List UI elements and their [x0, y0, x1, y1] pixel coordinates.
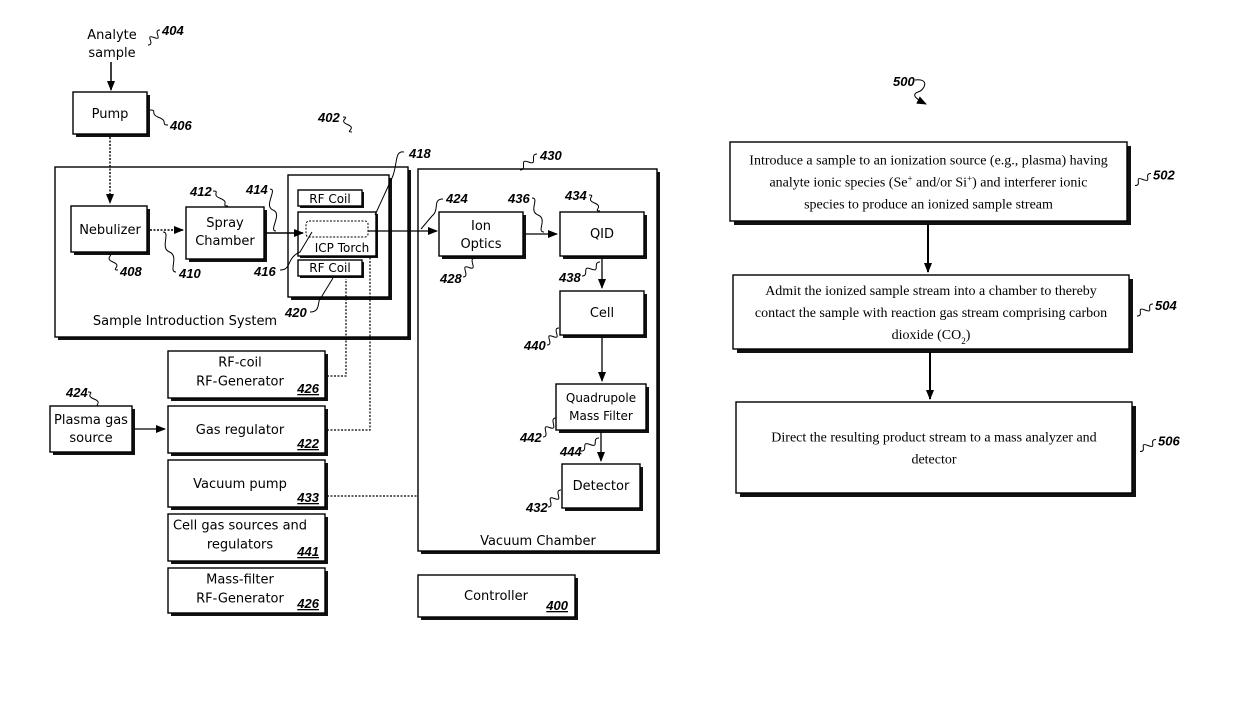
spray-chamber-label-line-1: Spray [206, 216, 244, 231]
rf-coil-generator-label-line-2: RF-Generator [196, 375, 284, 390]
quadrupole-label-line-2: Mass Filter [569, 409, 633, 423]
ref-408: 408 [119, 264, 142, 279]
flow-step-502-line-3: species to produce an ionized sample str… [804, 198, 1053, 213]
plasma-gas-source-label-line-2: source [69, 431, 112, 446]
leader-502 [1134, 173, 1152, 186]
leader-500 [914, 79, 927, 105]
leader-404 [147, 29, 161, 46]
ref-426-5: 426 [296, 596, 319, 611]
cell-gas-sources-label-line-1: Cell gas sources and [173, 519, 307, 534]
rf-coil-top-label: RF Coil [309, 192, 350, 206]
ion-optics-label-line-1: Ion [471, 219, 491, 234]
ref-424-plasma: 424 [65, 385, 88, 400]
sample-introduction-system-label: Sample Introduction System [93, 314, 277, 329]
ref-418: 418 [408, 146, 431, 161]
ref-444: 444 [559, 444, 582, 459]
controller-label: Controller [464, 589, 529, 604]
quadrupole-label-line-1: Quadrupole [566, 391, 636, 405]
flow-step-506-line-2: detector [911, 453, 956, 468]
ref-420: 420 [284, 305, 307, 320]
ref-434: 434 [564, 188, 587, 203]
ref-436: 436 [507, 191, 530, 206]
analyte-sample-label-line-2: sample [88, 46, 135, 61]
flow-step-506-line-1: Direct the resulting product stream to a… [771, 431, 1096, 446]
ref-424-inlet: 424 [445, 191, 468, 206]
vacuum-pump-label: Vacuum pump [193, 477, 287, 492]
leader-430 [519, 153, 538, 171]
ref-433-3: 433 [296, 490, 319, 505]
flow-step-504-line-1: Admit the ionized sample stream into a c… [765, 284, 1097, 299]
ref-422-2: 422 [296, 436, 319, 451]
analyte-sample-label-line-1: Analyte [87, 28, 137, 43]
ref-504: 504 [1155, 298, 1177, 313]
ref-430: 430 [539, 148, 562, 163]
ref-400: 400 [545, 598, 568, 613]
ref-500: 500 [893, 74, 915, 89]
ref-406: 406 [169, 118, 192, 133]
leader-504 [1136, 303, 1154, 317]
flow-step-504-line-2: contact the sample with reaction gas str… [755, 306, 1107, 321]
icp-torch-label: ICP Torch [315, 241, 369, 255]
mass-filter-generator-label-line-1: Mass-filter [206, 573, 274, 588]
qid-label: QID [590, 227, 614, 242]
ref-426-1: 426 [296, 381, 319, 396]
flow-step-506-box [735, 401, 1136, 497]
leader-402 [342, 116, 353, 133]
leader-506 [1139, 439, 1157, 452]
detector-label: Detector [573, 479, 630, 494]
ref-440: 440 [523, 338, 546, 353]
ref-506: 506 [1158, 434, 1180, 449]
ref-428: 428 [439, 271, 462, 286]
flow-step-502-line-1: Introduce a sample to an ionization sour… [749, 154, 1107, 169]
nebulizer-label: Nebulizer [79, 223, 141, 238]
flow-step-502-line-2: analyte ionic species (Se+ and/or Si+) a… [769, 174, 1087, 191]
gas-regulator-label: Gas regulator [196, 423, 285, 438]
rf-coil-generator-label-line-1: RF-coil [218, 356, 262, 371]
cell-label: Cell [590, 306, 614, 321]
plasma-gas-source-label-line-1: Plasma gas [54, 413, 128, 428]
ref-432: 432 [525, 500, 548, 515]
ion-optics-label-line-2: Optics [460, 237, 501, 252]
spray-chamber-label-line-2: Chamber [195, 234, 255, 249]
leader-424-plasma [87, 391, 101, 407]
ref-404: 404 [161, 23, 184, 38]
ref-414: 414 [245, 182, 268, 197]
cell-gas-sources-label-line-2: regulators [207, 538, 274, 553]
ref-416: 416 [253, 264, 276, 279]
leader-406 [149, 109, 169, 126]
rf-coil-bottom-label: RF Coil [309, 261, 350, 275]
patent-figure-canvas: Analyte sample 404 Pump 406 402 Sample Introdu… [49, 23, 1180, 620]
ref-502: 502 [1153, 168, 1175, 183]
ref-412: 412 [189, 184, 212, 199]
ref-410: 410 [178, 266, 201, 281]
vacuum-chamber-label: Vacuum Chamber [480, 534, 596, 549]
mass-filter-generator-label-line-2: RF-Generator [196, 592, 284, 607]
ref-442: 442 [519, 430, 542, 445]
ref-441-4: 441 [296, 544, 319, 559]
ref-438: 438 [558, 270, 581, 285]
ref-402: 402 [317, 110, 340, 125]
pump-label: Pump [92, 107, 129, 122]
